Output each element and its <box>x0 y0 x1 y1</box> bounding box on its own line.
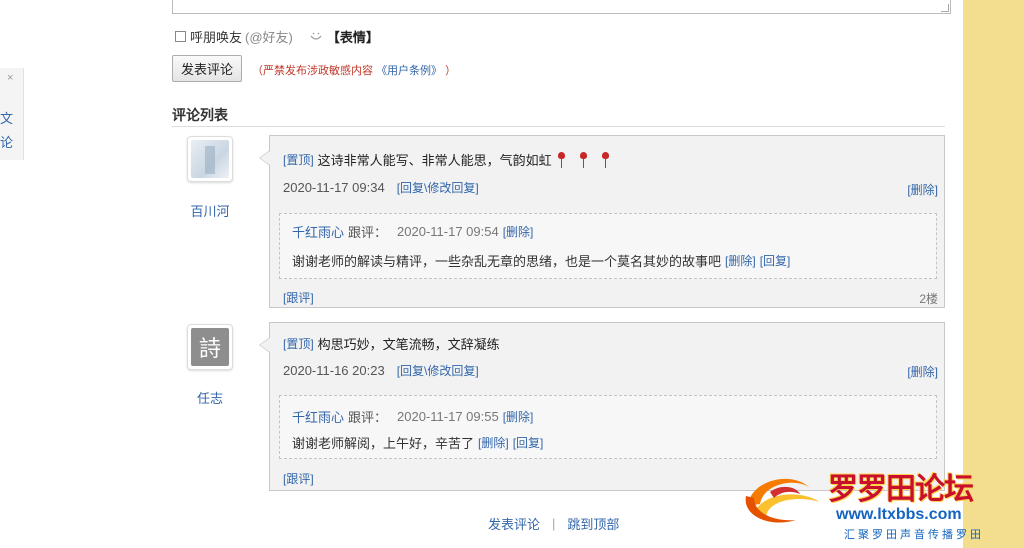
comment-username[interactable]: 任志 <box>180 388 240 407</box>
reply-text: 谢谢老师解阅，上午好，辛苦了 <box>292 436 475 451</box>
follow-comment-link[interactable]: [跟评] <box>283 289 314 306</box>
reply-reply-link[interactable]: [回复] <box>513 434 544 451</box>
reply-label: 跟评： <box>348 225 388 240</box>
comment-list-title: 评论列表 <box>172 107 228 123</box>
mention-label[interactable]: 呼朋唤友 <box>190 27 242 46</box>
section-divider <box>172 126 945 127</box>
reply-reply-link[interactable]: [回复] <box>760 252 791 269</box>
delete-link[interactable]: [删除] <box>907 181 938 198</box>
reply-delete-link[interactable]: [删除] <box>503 408 534 425</box>
reply-edit-link[interactable]: [回复\修改回复] <box>397 362 479 379</box>
terms-link[interactable]: 《用户条例》 <box>376 65 442 77</box>
rose-icon <box>599 151 611 168</box>
reply-date: 2020-11-17 09:54 <box>397 224 499 239</box>
footer-back-to-top-link[interactable]: 跳到顶部 <box>567 514 619 533</box>
reply-date: 2020-11-17 09:55 <box>397 409 499 424</box>
avatar[interactable] <box>187 136 233 182</box>
emoji-button[interactable]: 【表情】 <box>327 27 379 46</box>
avatar-image: 詩 <box>191 328 229 366</box>
comment-date: 2020-11-17 09:34 <box>283 180 385 195</box>
follow-comment-link[interactable]: [跟评] <box>283 470 314 487</box>
rose-icon <box>555 151 567 168</box>
reply-box: 千红雨心 跟评： 2020-11-17 09:55 [删除] 谢谢老师解阅，上午… <box>279 395 937 459</box>
warning-suffix: ） <box>445 65 457 77</box>
comment-username[interactable]: 百川河 <box>180 201 240 220</box>
reply-author[interactable]: 千红雨心 <box>292 407 344 426</box>
watermark-swirl-logo <box>745 478 820 523</box>
reply-box: 千红雨心 跟评： 2020-11-17 09:54 [删除] 谢谢老师的解读与精… <box>279 213 937 279</box>
reply-body: 谢谢老师的解读与精评，一些杂乱无章的思绪，也是一个莫名其妙的故事吧 [删除] [… <box>292 251 790 270</box>
resize-grip-icon[interactable] <box>941 4 949 12</box>
footer-post-comment-link[interactable]: 发表评论 <box>488 514 540 533</box>
delete-link[interactable]: [删除] <box>907 363 938 380</box>
reply-delete-link-2[interactable]: [删除] <box>478 434 509 451</box>
warning-text: （严禁发布涉政敏感内容 <box>252 65 373 77</box>
reply-author[interactable]: 千红雨心 <box>292 222 344 241</box>
site-watermark: 罗罗田论坛 www.ltxbbs.com 汇聚罗田声音传播罗田 <box>740 462 1008 544</box>
reply-header: 千红雨心 跟评： 2020-11-17 09:55 [删除] <box>292 407 533 426</box>
reply-header: 千红雨心 跟评： 2020-11-17 09:54 [删除] <box>292 222 533 241</box>
comment-textarea[interactable] <box>172 0 951 14</box>
watermark-url: www.ltxbbs.com <box>836 506 962 523</box>
card-pointer <box>259 337 270 353</box>
reply-delete-link[interactable]: [删除] <box>503 223 534 240</box>
watermark-title: 罗罗田论坛 <box>828 472 974 507</box>
floor-number: 2楼 <box>919 292 938 306</box>
mention-hint: (@好友) <box>245 30 293 45</box>
watermark-tagline: 汇聚罗田声音传播罗田 <box>844 529 984 541</box>
comment-date: 2020-11-16 20:23 <box>283 363 385 378</box>
reply-delete-link-2[interactable]: [删除] <box>725 252 756 269</box>
pin-link[interactable]: [置顶] <box>283 151 314 168</box>
reply-label: 跟评： <box>348 410 388 425</box>
submit-comment-button[interactable]: 发表评论 <box>172 55 242 82</box>
left-floating-panel: × 文 论 <box>0 68 24 160</box>
comment-meta: 2020-11-16 20:23 [回复\修改回复] <box>283 362 479 379</box>
smile-icon[interactable] <box>309 30 323 44</box>
footer-separator: | <box>552 516 556 531</box>
mention-row: 呼朋唤友 (@好友) 【表情】 <box>175 27 379 46</box>
reply-text: 谢谢老师的解读与精评，一些杂乱无章的思绪，也是一个莫名其妙的故事吧 <box>292 254 722 269</box>
pin-link[interactable]: [置顶] <box>283 335 314 352</box>
comment-text: 构思巧妙，文笔流畅，文辞凝练 <box>317 337 500 352</box>
footer-links: 发表评论 | 跳到顶部 <box>488 514 619 533</box>
comment-card: [置顶] 这诗非常人能写、非常人能思，气韵如虹 2020-11-17 09:34… <box>259 135 945 308</box>
card-pointer <box>259 150 270 166</box>
reply-body: 谢谢老师解阅，上午好，辛苦了 [删除] [回复] <box>292 433 543 452</box>
comment-header: [置顶] 这诗非常人能写、非常人能思，气韵如虹 <box>283 150 611 169</box>
comment-header: [置顶] 构思巧妙，文笔流畅，文辞凝练 <box>283 334 500 353</box>
close-icon[interactable]: × <box>7 72 13 84</box>
rose-icon <box>577 151 589 168</box>
mention-checkbox[interactable] <box>175 31 186 42</box>
avatar-image <box>191 140 229 178</box>
left-panel-link-1[interactable]: 文 <box>0 108 13 127</box>
comment-text: 这诗非常人能写、非常人能思，气韵如虹 <box>317 153 552 168</box>
reply-edit-link[interactable]: [回复\修改回复] <box>397 179 479 196</box>
avatar[interactable]: 詩 <box>187 324 233 370</box>
comment-meta: 2020-11-17 09:34 [回复\修改回复] <box>283 179 479 196</box>
left-panel-link-2[interactable]: 论 <box>0 132 13 151</box>
posting-warning: （严禁发布涉政敏感内容 《用户条例》 ） <box>252 62 456 78</box>
